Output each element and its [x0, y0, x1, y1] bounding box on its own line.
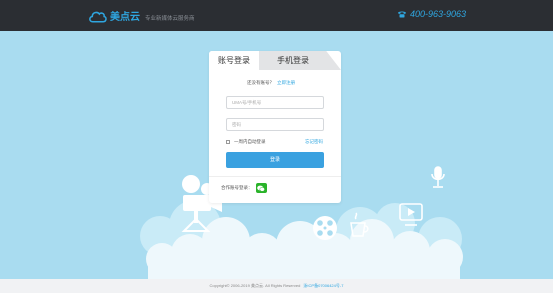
register-link[interactable]: 立即注册	[277, 80, 295, 85]
remember-checkbox[interactable]	[226, 140, 230, 144]
wechat-icon[interactable]	[255, 183, 267, 193]
tab-phone-login[interactable]: 手机登录	[259, 51, 341, 70]
logo-slogan: 专业新媒体云服务商	[145, 16, 195, 22]
forgot-password-link[interactable]: 忘记密码	[305, 139, 323, 145]
phone-text: 400-963-9063	[409, 9, 466, 19]
brand-logo[interactable]: 美点云 专业新媒体云服务商	[88, 8, 195, 23]
partner-login-label: 合作账号登录：	[221, 185, 253, 190]
icp-link[interactable]: 浙ICP备07006424号-7	[303, 283, 343, 288]
password-input[interactable]: 密码	[226, 118, 324, 131]
telephone-icon	[397, 11, 406, 18]
username-input[interactable]: UMA号/手机号	[226, 96, 324, 109]
card-divider	[209, 176, 341, 177]
microphone-icon	[431, 166, 445, 188]
film-reel-icon	[313, 216, 337, 240]
copyright-text: Copyright© 2006-2019 美点云. All Rights Res…	[209, 283, 301, 288]
cloud-logo-icon	[89, 11, 107, 22]
partner-login: 合作账号登录：	[221, 183, 267, 193]
page-footer: Copyright© 2006-2019 美点云. All Rights Res…	[0, 279, 553, 293]
phone-number: 400-963-9063	[397, 9, 466, 19]
remember-me[interactable]: 一周内自动登录	[226, 139, 266, 145]
login-button[interactable]: 登录	[226, 152, 324, 168]
logo-name: 美点云	[110, 12, 140, 23]
tab-account-login[interactable]: 账号登录	[209, 51, 259, 70]
top-header: 美点云 专业新媒体云服务商 400-963-9063	[0, 0, 553, 31]
no-account-text: 还没有账号？	[247, 80, 274, 85]
register-prompt: 还没有账号？ 立即注册	[247, 80, 295, 86]
login-tabs: 账号登录 手机登录	[209, 51, 341, 70]
remember-label: 一周内自动登录	[234, 139, 266, 144]
